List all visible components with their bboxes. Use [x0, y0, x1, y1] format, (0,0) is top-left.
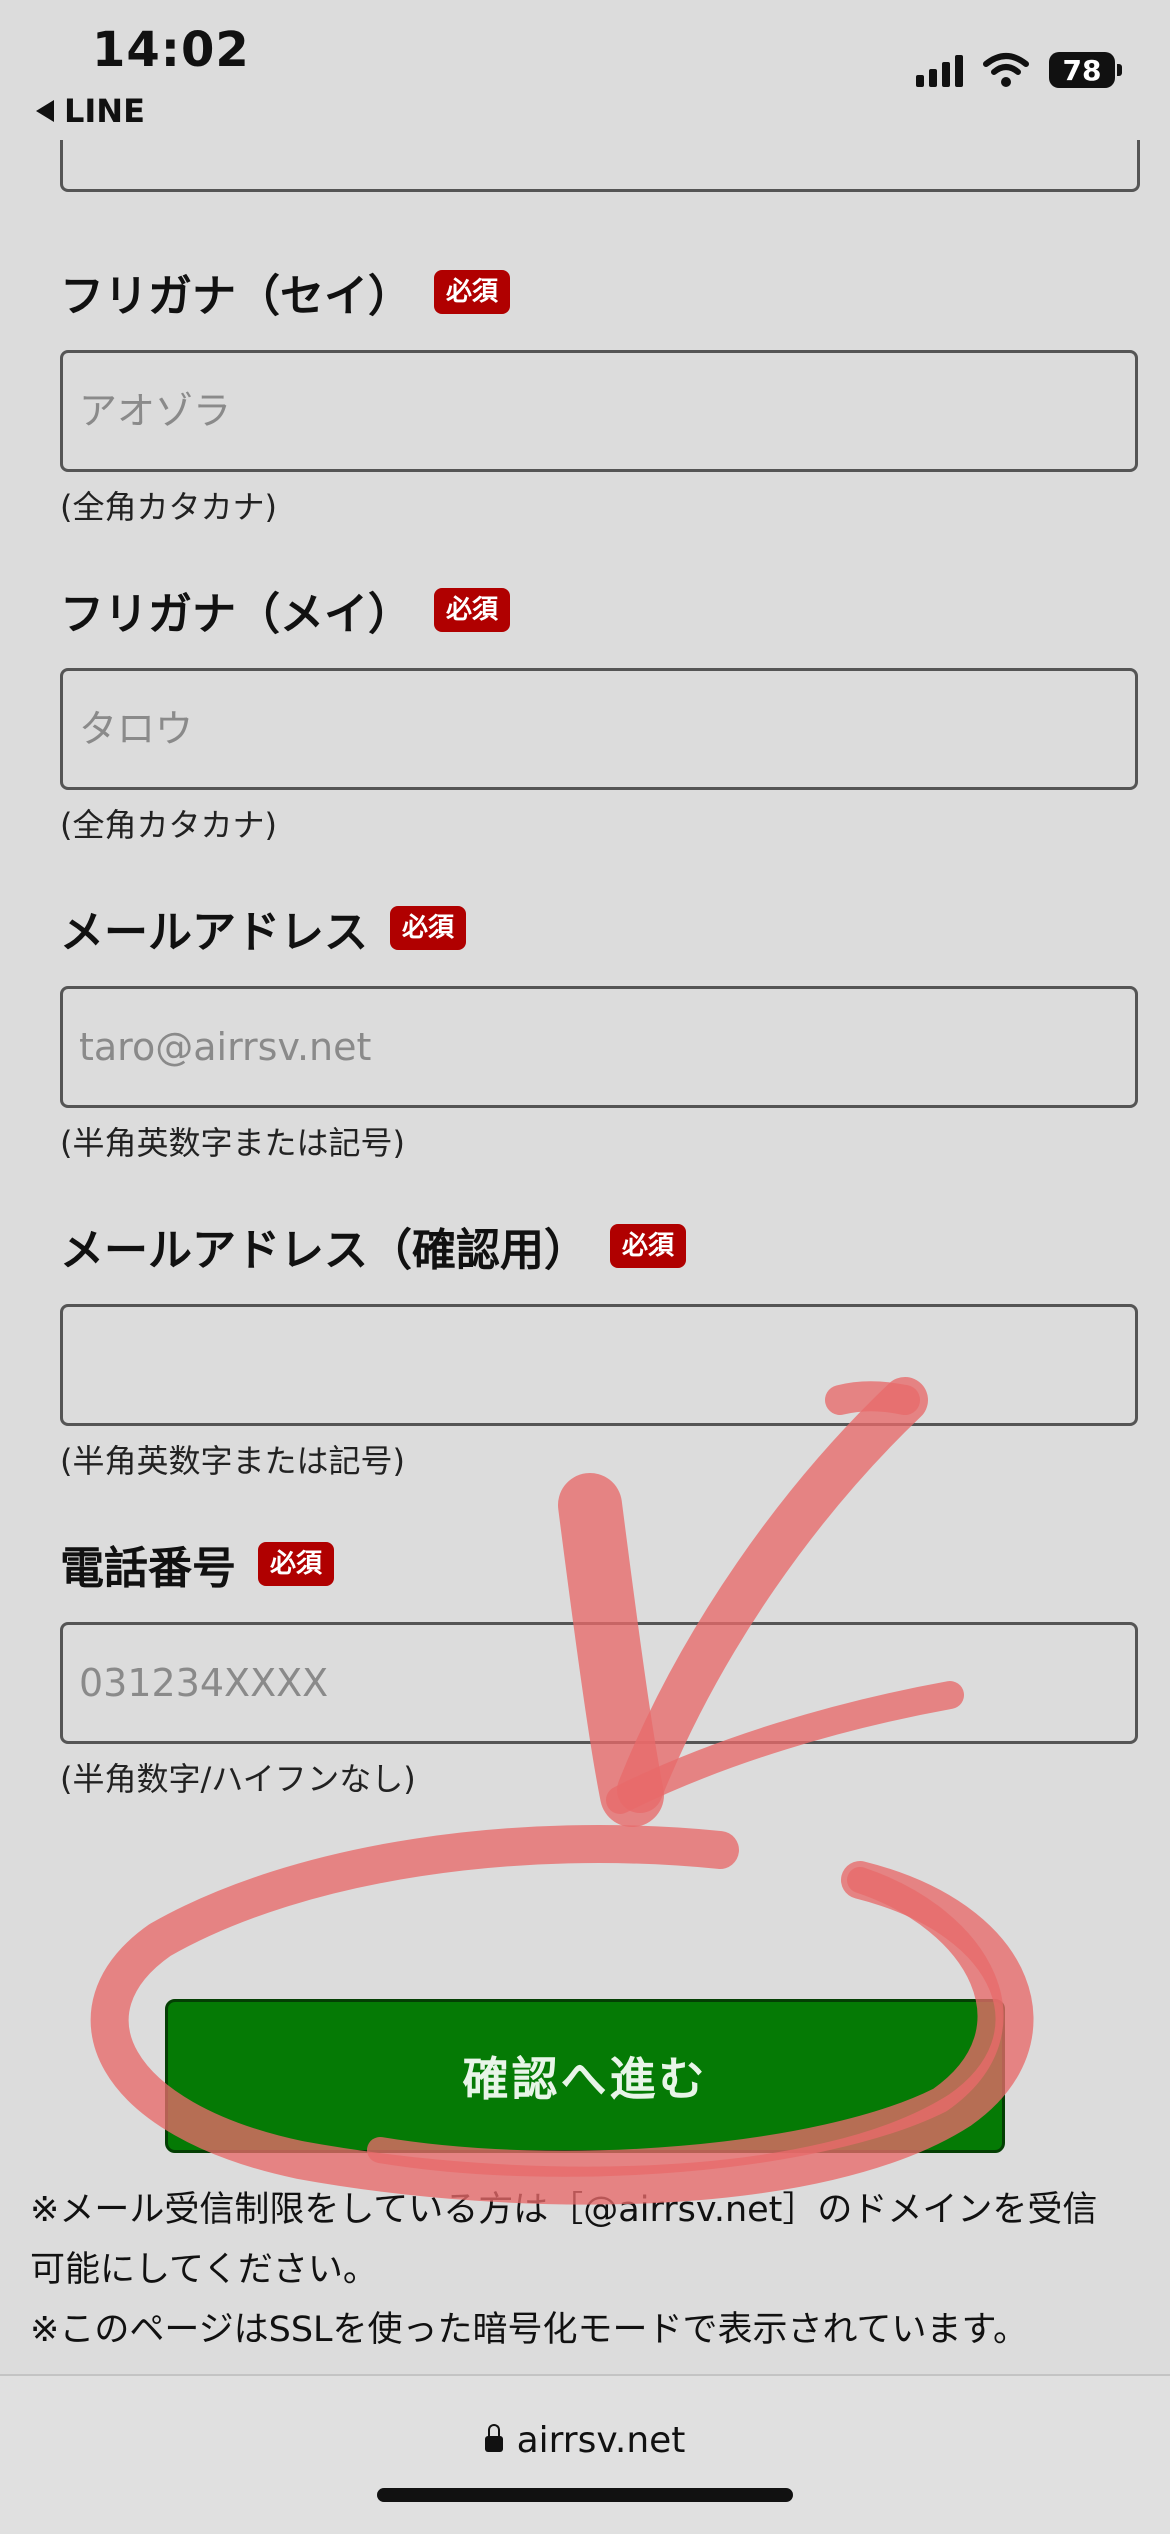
- phone-input[interactable]: [60, 1622, 1138, 1744]
- furigana-sei-text[interactable]: [77, 388, 1135, 434]
- field-label: 電話番号: [60, 1543, 236, 1594]
- field-furigana-sei: フリガナ（セイ） 必須 (全角カタカナ): [60, 262, 1140, 528]
- field-hint: (半角英数字または記号): [60, 1442, 405, 1480]
- field-furigana-mei: フリガナ（メイ） 必須 (全角カタカナ): [60, 580, 1140, 846]
- status-icons: 78: [916, 52, 1122, 88]
- cellular-signal-icon: [916, 53, 963, 87]
- browser-bottom-bar: airrsv.net: [0, 2374, 1170, 2534]
- required-badge: 必須: [610, 1224, 687, 1268]
- previous-input-field-partial[interactable]: [60, 140, 1140, 192]
- back-to-line-link[interactable]: LINE: [36, 92, 145, 130]
- field-hint: (半角英数字または記号): [60, 1124, 405, 1162]
- required-badge: 必須: [258, 1542, 335, 1586]
- field-label: フリガナ（メイ）: [60, 589, 412, 640]
- url-text: airrsv.net: [516, 2420, 686, 2461]
- field-email: メールアドレス 必須 (半角英数字または記号): [60, 898, 1140, 1164]
- notes: ※メール受信制限をしている方は［@airrsv.net］のドメインを受信 可能に…: [30, 2180, 1140, 2360]
- email-confirm-text[interactable]: [77, 1342, 1135, 1388]
- back-arrow-icon: [36, 100, 54, 122]
- phone-text[interactable]: [77, 1660, 1135, 1706]
- field-hint: (半角数字/ハイフンなし): [60, 1760, 416, 1798]
- confirm-button[interactable]: 確認へ進む: [165, 1999, 1005, 2153]
- url-bar[interactable]: airrsv.net: [0, 2420, 1170, 2461]
- battery-level: 78: [1049, 52, 1115, 88]
- required-badge: 必須: [434, 588, 511, 632]
- battery-icon: 78: [1049, 52, 1122, 88]
- note-line: ※メール受信制限をしている方は［@airrsv.net］のドメインを受信: [30, 2190, 1098, 2230]
- required-badge: 必須: [434, 270, 511, 314]
- lock-icon: [484, 2423, 503, 2452]
- field-label: フリガナ（セイ）: [60, 271, 412, 322]
- field-label: メールアドレス: [60, 907, 368, 958]
- note-line: ※このページはSSLを使った暗号化モードで表示されています。: [30, 2310, 1029, 2350]
- back-label: LINE: [64, 92, 145, 130]
- status-time: 14:02: [92, 22, 250, 78]
- home-indicator[interactable]: [377, 2488, 793, 2502]
- field-hint: (全角カタカナ): [60, 806, 277, 844]
- email-text[interactable]: [77, 1024, 1135, 1070]
- field-phone: 電話番号 必須 (半角数字/ハイフンなし): [60, 1534, 1140, 1800]
- note-line: 可能にしてください。: [30, 2250, 378, 2290]
- furigana-mei-text[interactable]: [77, 706, 1135, 752]
- email-confirm-input[interactable]: [60, 1304, 1138, 1426]
- email-input[interactable]: [60, 986, 1138, 1108]
- required-badge: 必須: [390, 906, 467, 950]
- status-bar: 14:02 LINE 78: [0, 0, 1170, 140]
- furigana-mei-input[interactable]: [60, 668, 1138, 790]
- furigana-sei-input[interactable]: [60, 350, 1138, 472]
- field-email-confirm: メールアドレス（確認用） 必須 (半角英数字または記号): [60, 1216, 1140, 1482]
- field-hint: (全角カタカナ): [60, 488, 277, 526]
- field-label: メールアドレス（確認用）: [60, 1225, 588, 1276]
- wifi-icon: [983, 53, 1029, 87]
